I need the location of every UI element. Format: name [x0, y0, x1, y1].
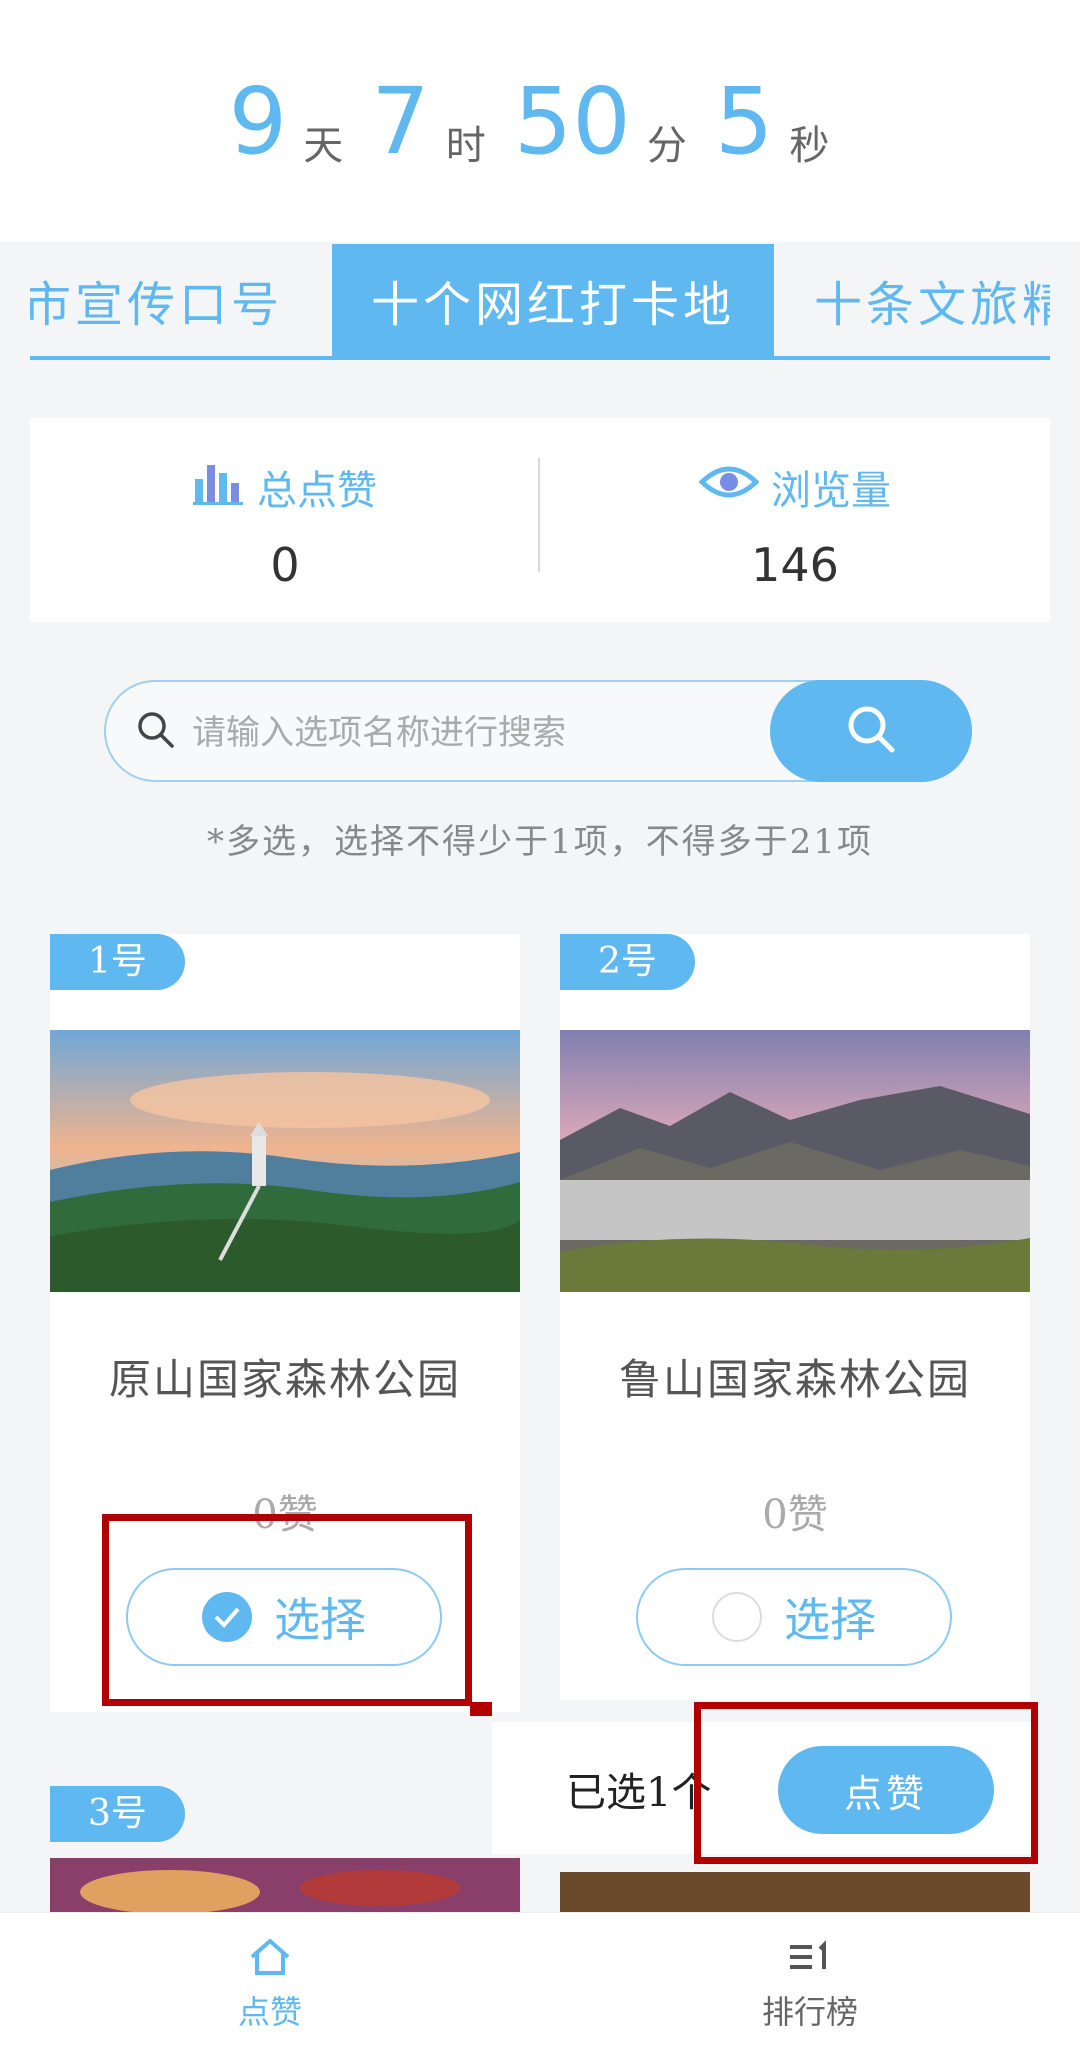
search-button[interactable]: [770, 680, 972, 782]
eye-icon: [698, 462, 760, 512]
countdown-seconds-unit: 秒: [789, 123, 830, 169]
bar-chart-icon: [193, 459, 245, 515]
countdown-hours: 7: [371, 68, 430, 175]
card-title: 原山国家森林公园: [108, 1355, 461, 1404]
unchecked-circle-icon: [712, 1592, 762, 1642]
bottom-navigation: 点赞 排行榜: [0, 1912, 1080, 2060]
search-bar: [104, 680, 972, 782]
countdown-minutes: 50: [513, 68, 631, 175]
ranking-icon: [788, 1940, 832, 1981]
views-label: 浏览量: [771, 468, 891, 514]
tab-city-slogan[interactable]: 城市宣传口号: [30, 244, 332, 356]
annotation-marker: [470, 1702, 492, 1716]
countdown-minutes-unit: 分: [646, 123, 687, 169]
views-value: 146: [751, 538, 839, 592]
views-stat: 浏览量 146: [540, 458, 1050, 592]
annotation-box-like: [694, 1702, 1038, 1864]
card-number-badge: 2号: [560, 934, 695, 990]
candidate-card-3: 3号: [50, 1786, 520, 1912]
total-likes-value: 0: [270, 538, 300, 592]
countdown-hours-unit: 时: [445, 123, 486, 169]
search-icon: [136, 710, 176, 754]
cave-photo: [50, 1858, 520, 1912]
total-likes-label: 总点赞: [257, 468, 377, 514]
nav-label: 排行榜: [761, 1993, 858, 2031]
stats-panel: 总点赞 0 浏览量 146: [30, 418, 1050, 622]
search-icon: [844, 702, 898, 760]
tab-internet-hotspots[interactable]: 十个网红打卡地: [332, 244, 774, 356]
select-label: 选择: [784, 1593, 876, 1647]
nav-label: 点赞: [237, 1993, 302, 2031]
card-like-count: 0赞: [762, 1492, 828, 1538]
tab-culture-tourism[interactable]: 十条文旅精品: [814, 244, 1050, 356]
selection-hint: *多选，选择不得少于1项，不得多于21项: [207, 822, 873, 862]
candidate-card-4-photo: [560, 1872, 1030, 1912]
nav-item-like[interactable]: 点赞: [170, 1937, 370, 2033]
nav-item-ranking[interactable]: 排行榜: [710, 1937, 910, 2033]
select-button[interactable]: 选择: [636, 1568, 952, 1666]
card-number-badge: 1号: [50, 934, 185, 990]
selected-count: 已选1个: [566, 1770, 712, 1816]
forest-park-photo: [50, 1030, 520, 1292]
category-tabs: 城市宣传口号 十个网红打卡地 十条文旅精品: [30, 244, 1050, 360]
card-number-badge: 3号: [50, 1786, 185, 1842]
countdown-timer: 9 天 7 时 50 分 5 秒: [0, 0, 1080, 242]
annotation-box-select: [102, 1514, 472, 1706]
countdown-days-unit: 天: [303, 123, 344, 169]
countdown-seconds: 5: [714, 68, 774, 175]
card-title: 鲁山国家森林公园: [618, 1355, 971, 1404]
candidate-card-2: 2号 鲁山国家森林公园 0赞 选择: [560, 934, 1030, 1700]
countdown-days: 9: [228, 68, 288, 175]
home-icon: [248, 1939, 292, 1981]
mountain-park-photo: [560, 1030, 1030, 1292]
total-likes-stat: 总点赞 0: [30, 458, 540, 592]
